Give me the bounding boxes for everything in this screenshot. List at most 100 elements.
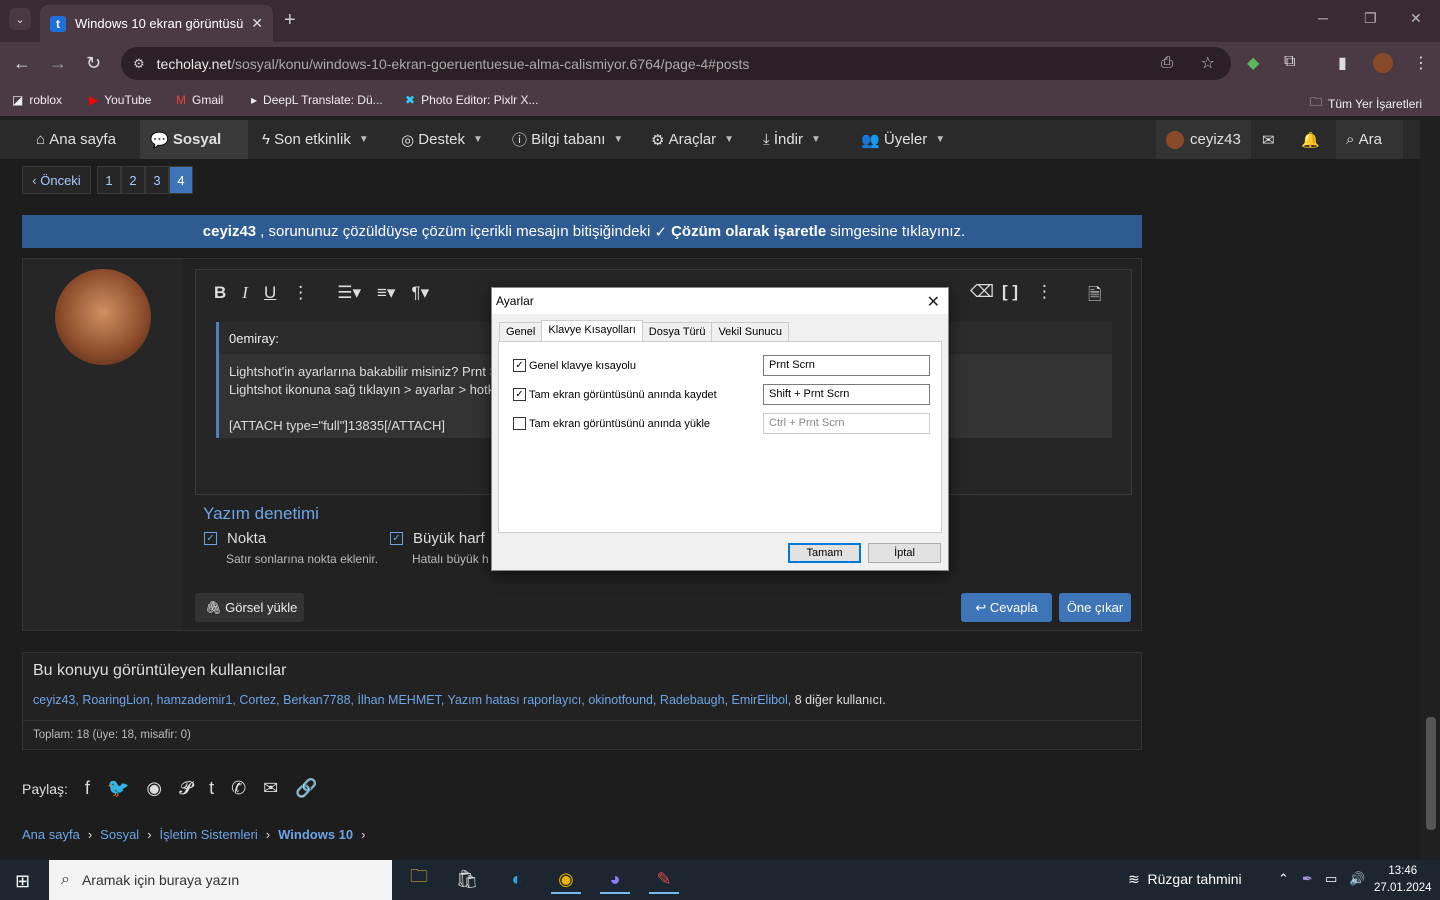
whatsapp-icon[interactable]: ✆	[231, 778, 246, 799]
paragraph-icon[interactable]: ¶▾	[411, 283, 429, 303]
browser-tab[interactable]: t Windows 10 ekran görüntüsü al ✕	[40, 5, 273, 42]
nav-user[interactable]: ceyiz43	[1156, 120, 1251, 159]
all-bookmarks[interactable]: 🗀 Tüm Yer İşaretleri	[1310, 93, 1422, 114]
eraser-icon[interactable]: ⌫	[970, 282, 994, 302]
cancel-button[interactable]: İptal	[868, 543, 941, 563]
file-explorer-icon[interactable]: 🗀	[404, 866, 434, 894]
preview-button[interactable]: Öne çıkar	[1059, 593, 1131, 622]
hotkey-row-upload[interactable]: Tam ekran görüntüsünü anında yükle	[513, 417, 710, 430]
clock[interactable]: 13:46 27.01.2024	[1374, 863, 1432, 897]
facebook-icon[interactable]: f	[85, 778, 90, 799]
store-icon[interactable]: 🛍	[452, 866, 482, 894]
inbox-icon[interactable]: ✉	[1252, 120, 1285, 159]
user-avatar-large[interactable]	[55, 269, 151, 365]
italic-icon[interactable]: I	[242, 283, 248, 303]
more-text-icon[interactable]: ⋮	[292, 283, 309, 303]
align-icon[interactable]: ≡▾	[377, 283, 395, 303]
page-prev-button[interactable]: ‹ Önceki	[22, 166, 91, 194]
windows-start-icon[interactable]: ⊞	[15, 871, 30, 892]
dialog-close-icon[interactable]: ✕	[927, 292, 940, 312]
checkbox-checked-icon[interactable]: ✓	[390, 532, 403, 545]
pinterest-icon[interactable]: 𝓟	[179, 778, 192, 799]
new-tab-button[interactable]: +	[284, 9, 296, 32]
back-icon[interactable]: ←	[13, 53, 31, 74]
list-icon[interactable]: ☰▾	[337, 283, 361, 303]
crumb-sosyal[interactable]: Sosyal	[100, 827, 139, 842]
page-4[interactable]: 4	[169, 166, 193, 194]
crumb-windows10[interactable]: Windows 10	[278, 827, 353, 842]
minimize-icon[interactable]: ─	[1318, 10, 1328, 26]
url-text[interactable]: techolay.net/sosyal/konu/windows-10-ekra…	[157, 56, 750, 72]
upload-image-button[interactable]: 🖇 Görsel yükle	[195, 593, 304, 622]
twitter-icon[interactable]: 🐦	[107, 778, 129, 799]
volume-icon[interactable]: 🔊	[1349, 871, 1365, 887]
tab-file-type[interactable]: Dosya Türü	[641, 322, 713, 342]
nav-knowledge-base[interactable]: ⓘ Bilgi tabanı ▼	[502, 120, 633, 159]
viewers-list[interactable]: ceyiz43, RoaringLion, hamzademir1, Corte…	[23, 689, 1141, 711]
extensions-puzzle-icon[interactable]: ⧉	[1284, 53, 1295, 71]
page-2[interactable]: 2	[121, 166, 145, 194]
hotkey-save-input[interactable]: Shift + Prnt Scrn	[763, 384, 930, 405]
profile-avatar[interactable]	[1373, 53, 1393, 73]
weather-widget[interactable]: ≋ Rüzgar tahmini	[1128, 871, 1242, 888]
spell-option-uppercase[interactable]: ✓ Büyük harf	[390, 530, 485, 547]
install-app-icon[interactable]: ⎙	[1161, 54, 1173, 71]
bbcode-icon[interactable]: [ ]	[1002, 282, 1018, 302]
hotkey-row-general[interactable]: ✓ Genel klavye kısayolu	[513, 359, 636, 372]
underline-icon[interactable]: U	[264, 283, 276, 303]
bookmark-pixlr[interactable]: ✖ Photo Editor: Pixlr X...	[405, 93, 538, 107]
pen-icon[interactable]: ✒	[1302, 871, 1313, 887]
tab-hotkeys[interactable]: Klavye Kısayolları	[541, 320, 643, 342]
extension-icon[interactable]: ◆	[1247, 53, 1259, 73]
nav-latest-activity[interactable]: ϟ Son etkinlik ▼	[252, 120, 379, 159]
omnibox[interactable]: ⚙ techolay.net/sosyal/konu/windows-10-ek…	[121, 47, 1231, 80]
crumb-home[interactable]: Ana sayfa	[22, 827, 80, 842]
spell-option-nokta[interactable]: ✓ Nokta	[204, 530, 266, 547]
nav-home[interactable]: ⌂ Ana sayfa	[26, 120, 126, 159]
page-3[interactable]: 3	[145, 166, 169, 194]
network-icon[interactable]: ▭	[1325, 871, 1337, 887]
discord-icon[interactable]: ◕	[600, 866, 630, 894]
reddit-icon[interactable]: ◉	[146, 778, 162, 799]
link-icon[interactable]: 🔗	[295, 778, 317, 799]
bookmark-roblox[interactable]: ◪ roblox	[12, 93, 62, 107]
bookmark-deepl[interactable]: ▸ DeepL Translate: Dü...	[251, 93, 383, 107]
forward-icon[interactable]: →	[49, 53, 67, 74]
email-icon[interactable]: ✉	[263, 778, 278, 799]
side-panel-icon[interactable]: ▮	[1338, 53, 1347, 73]
window-close-icon[interactable]: ✕	[1410, 10, 1422, 27]
more-options-icon[interactable]: ⋮	[1036, 282, 1053, 302]
bold-icon[interactable]: B	[214, 283, 226, 303]
tab-general[interactable]: Genel	[499, 322, 543, 342]
hotkey-general-input[interactable]: Prnt Scrn	[763, 355, 930, 376]
chrome-menu-icon[interactable]: ⋮	[1413, 53, 1429, 73]
restore-icon[interactable]: ❐	[1364, 10, 1377, 27]
bookmark-gmail[interactable]: M Gmail	[176, 93, 223, 107]
ok-button[interactable]: Tamam	[788, 543, 861, 563]
tab-proxy[interactable]: Vekil Sunucu	[711, 322, 790, 342]
checkbox-unchecked-icon[interactable]	[513, 417, 526, 430]
nav-members[interactable]: 👥 Üyeler ▼	[851, 120, 955, 159]
hotkey-row-save[interactable]: ✓ Tam ekran görüntüsünü anında kaydet	[513, 388, 717, 401]
tumblr-icon[interactable]: t	[209, 778, 214, 799]
taskbar-search[interactable]: ⌕ Aramak için buraya yazın	[49, 860, 392, 900]
chrome-icon[interactable]: ◉	[551, 866, 581, 894]
edge-icon[interactable]: ◐	[502, 866, 532, 894]
crumb-os[interactable]: İşletim Sistemleri	[160, 827, 258, 842]
nav-sosyal[interactable]: 💬 Sosyal	[140, 120, 248, 159]
bookmark-youtube[interactable]: ▶ YouTube	[89, 93, 151, 107]
tab-close-icon[interactable]: ✕	[251, 15, 263, 32]
alerts-bell-icon[interactable]: 🔔	[1291, 120, 1330, 159]
lightshot-icon[interactable]: ✎	[649, 866, 679, 894]
checkbox-checked-icon[interactable]: ✓	[513, 359, 526, 372]
nav-support[interactable]: ◎ Destek ▼	[391, 120, 493, 159]
reload-icon[interactable]: ↻	[86, 53, 101, 74]
checkbox-checked-icon[interactable]: ✓	[513, 388, 526, 401]
nav-download[interactable]: ⤓ İndir ▼	[753, 120, 831, 159]
bookmark-star-icon[interactable]: ☆	[1201, 53, 1215, 73]
reply-button[interactable]: ↩ Cevapla	[961, 593, 1052, 622]
checkbox-checked-icon[interactable]: ✓	[204, 532, 217, 545]
tray-expand-icon[interactable]: ⌃	[1278, 871, 1289, 887]
hotkey-upload-input[interactable]: Ctrl + Prnt Scrn	[763, 413, 930, 434]
scrollbar-thumb[interactable]	[1426, 717, 1436, 830]
